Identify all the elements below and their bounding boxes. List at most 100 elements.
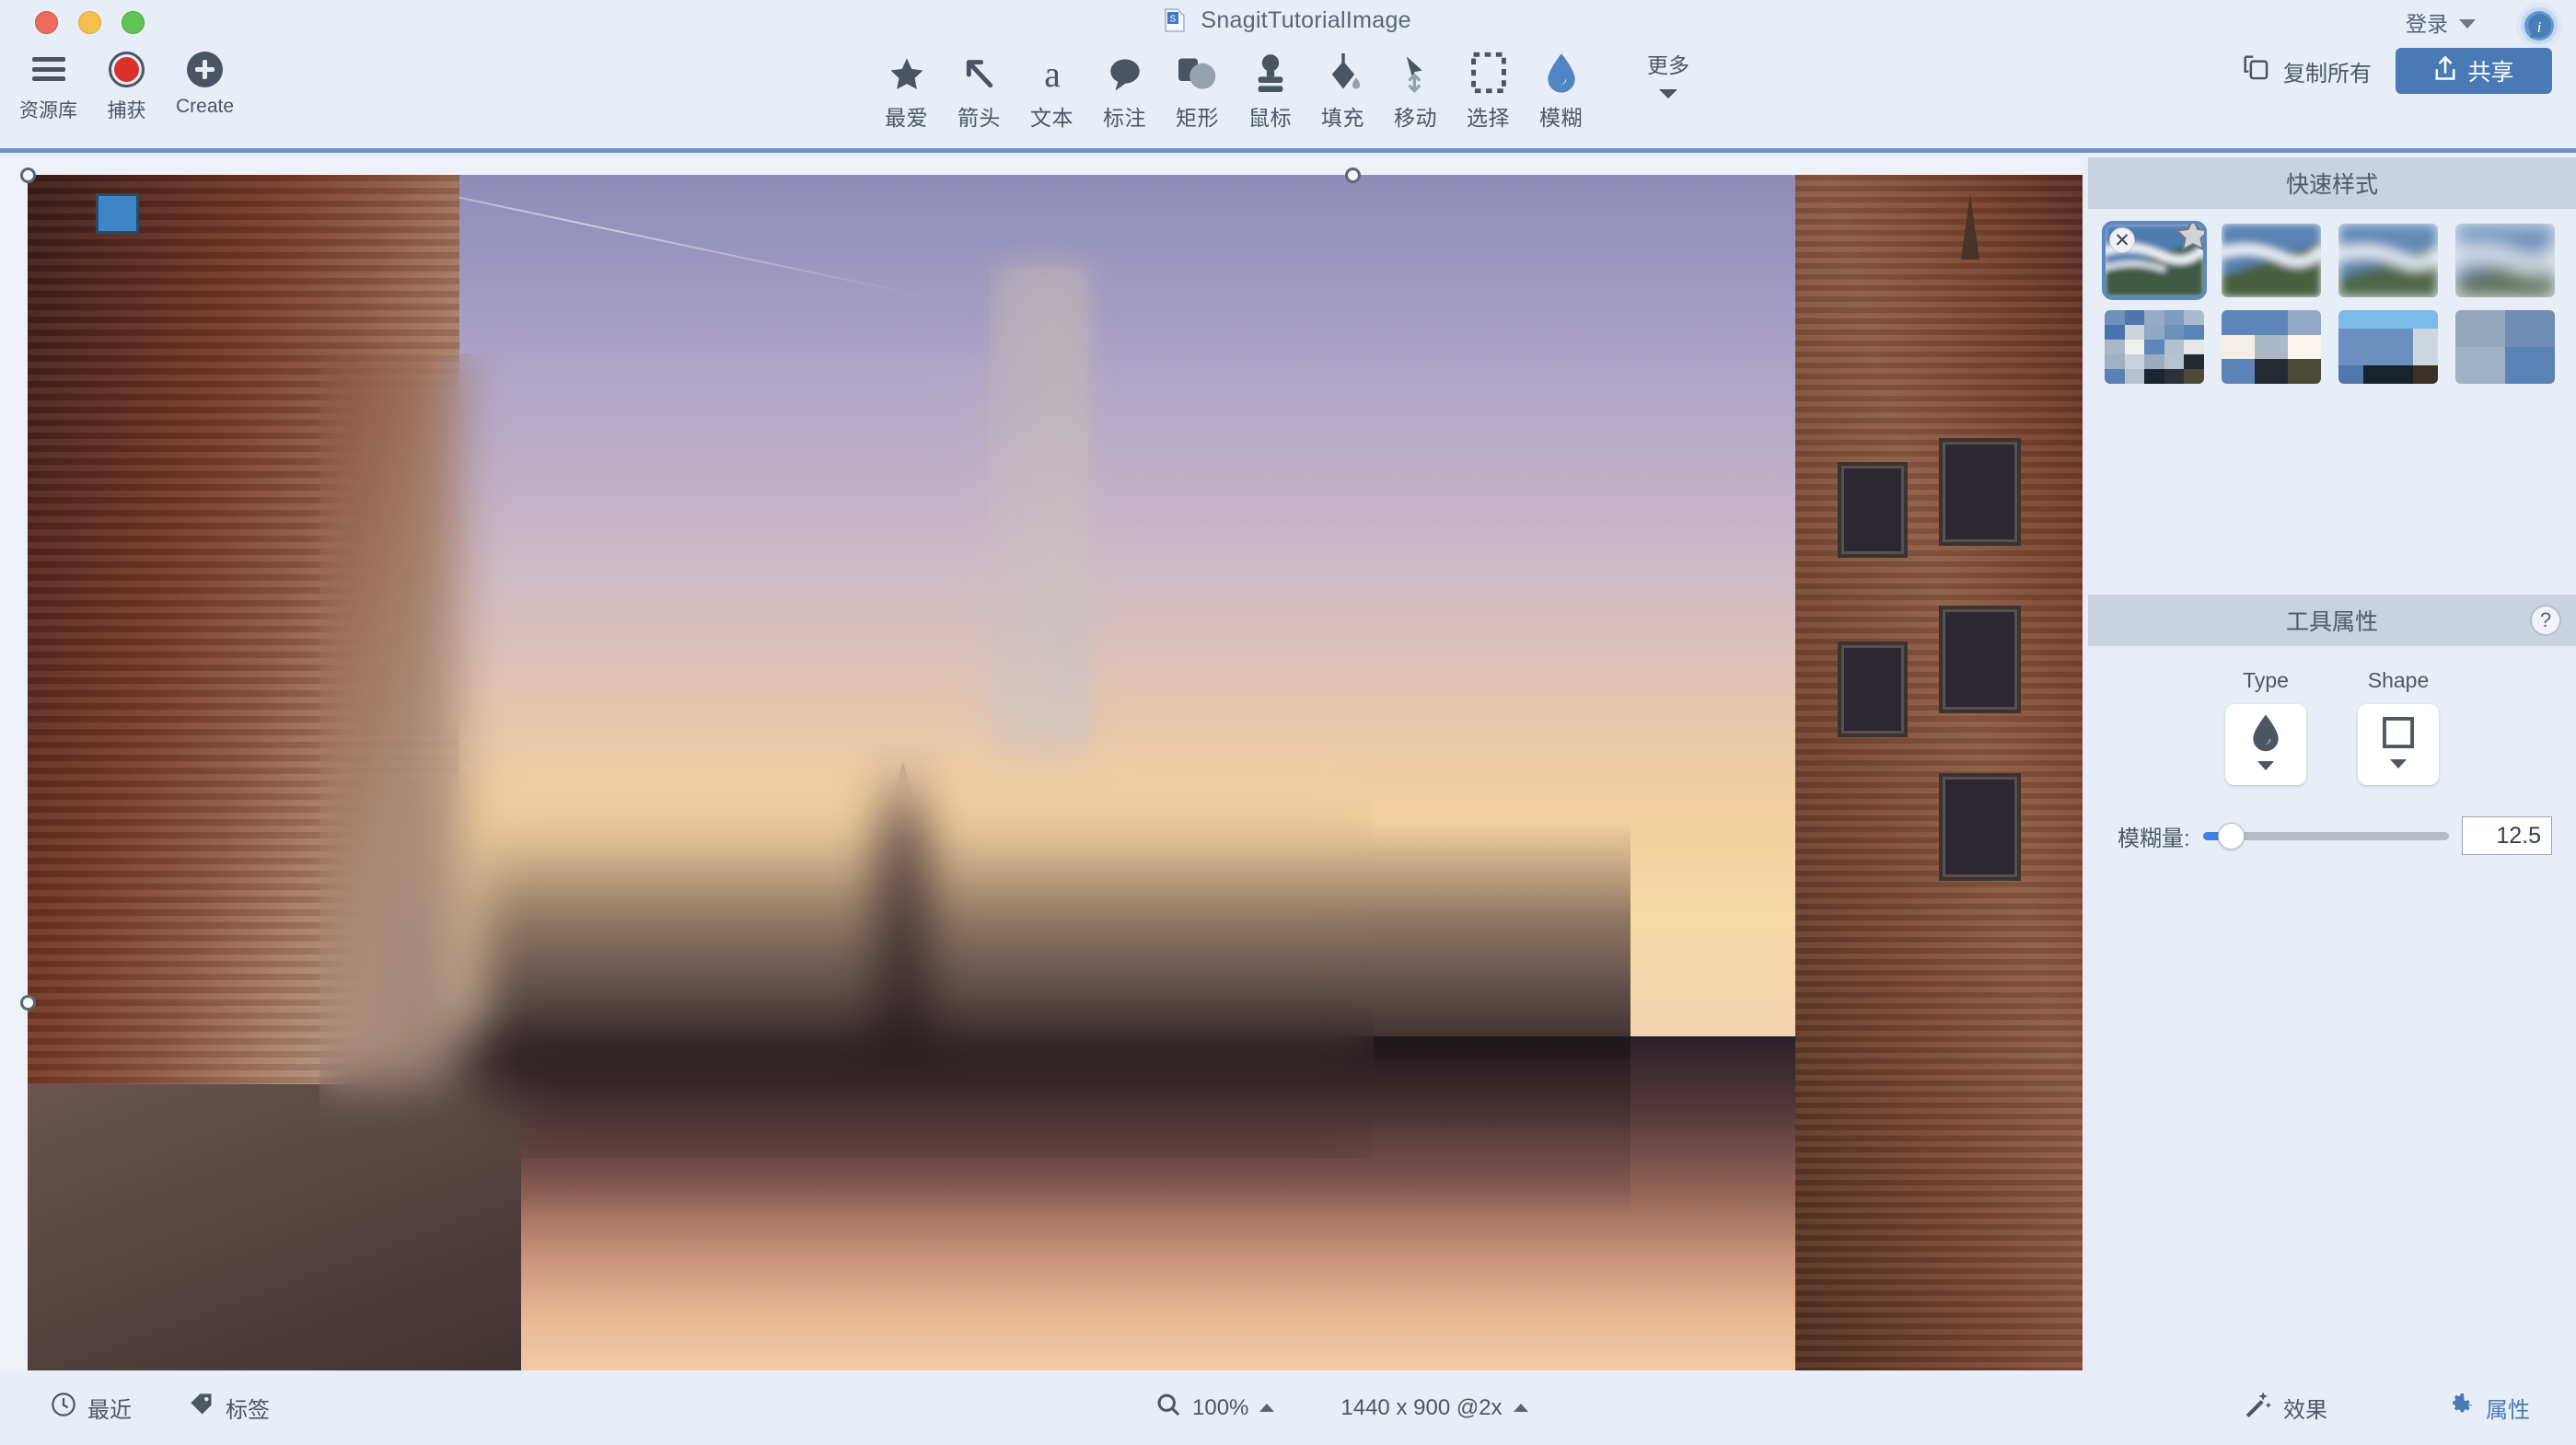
arrow-icon bbox=[943, 42, 1015, 94]
status-bar: 最近 标签 100% 1440 x 900 @2x 效果 属性 bbox=[0, 1370, 2576, 1445]
style-preview bbox=[2338, 224, 2438, 297]
type-dropdown-button[interactable] bbox=[2225, 704, 2306, 785]
quick-style-item-4[interactable] bbox=[2455, 224, 2555, 297]
tool-callout[interactable]: 标注 bbox=[1088, 42, 1161, 132]
blur-amount-row: 模糊量: 12.5 bbox=[2088, 785, 2576, 855]
shape-dropdown-button[interactable] bbox=[2358, 704, 2439, 785]
quick-style-item-2[interactable] bbox=[2222, 224, 2321, 297]
canvas-area[interactable] bbox=[0, 157, 2083, 1371]
canvas-handle-left-middle[interactable] bbox=[20, 995, 36, 1011]
tool-text-label: 文本 bbox=[1030, 106, 1073, 130]
tool-stamp[interactable]: 鼠标 bbox=[1234, 42, 1306, 132]
snagit-document-icon: S bbox=[1165, 8, 1185, 32]
share-label: 共享 bbox=[2467, 60, 2514, 86]
record-icon bbox=[109, 51, 145, 87]
quick-style-item-6[interactable] bbox=[2222, 310, 2321, 384]
effects-button[interactable]: 效果 bbox=[2243, 1391, 2327, 1425]
plus-circle-icon bbox=[187, 51, 223, 87]
star-icon bbox=[870, 42, 943, 94]
chevron-down-icon bbox=[2389, 757, 2408, 774]
search-icon bbox=[1155, 1392, 1181, 1424]
fill-bucket-icon bbox=[1306, 42, 1379, 94]
tool-selection-label: 选择 bbox=[1467, 106, 1510, 130]
blur-annotation-region-upper[interactable] bbox=[989, 268, 1088, 759]
library-button[interactable]: 资源库 bbox=[9, 48, 87, 123]
tool-selection[interactable]: 选择 bbox=[1452, 42, 1525, 132]
quick-style-item-1[interactable]: ✕ bbox=[2102, 221, 2207, 300]
tags-label: 标签 bbox=[226, 1398, 270, 1423]
info-badge-icon[interactable]: i bbox=[2515, 2, 2563, 50]
quick-style-item-3[interactable] bbox=[2338, 224, 2438, 297]
tool-fill[interactable]: 填充 bbox=[1306, 42, 1379, 132]
tool-arrow[interactable]: 箭头 bbox=[943, 42, 1015, 132]
canvas-handle-top-left[interactable] bbox=[20, 168, 36, 183]
star-icon[interactable] bbox=[2174, 224, 2204, 254]
more-tools-button[interactable]: 更多 bbox=[1618, 42, 1719, 105]
image-canvas[interactable] bbox=[28, 175, 2083, 1371]
tool-fill-label: 填充 bbox=[1321, 106, 1364, 130]
copy-all-button[interactable]: 复制所有 bbox=[2242, 53, 2372, 89]
dimensions-value: 1440 x 900 @2x bbox=[1340, 1394, 1503, 1420]
tool-properties-section: 工具属性 ? Type Shape 模糊量: 12.5 bbox=[2088, 595, 2576, 855]
recent-label: 最近 bbox=[87, 1398, 132, 1423]
help-icon[interactable]: ? bbox=[2530, 605, 2561, 636]
caret-up-icon[interactable] bbox=[1259, 1404, 1275, 1412]
zoom-control[interactable]: 100% bbox=[1155, 1392, 1275, 1424]
droplet-icon bbox=[2249, 713, 2282, 757]
blur-annotation-region-lower[interactable] bbox=[319, 743, 1374, 1159]
signin-label: 登录 bbox=[2406, 12, 2448, 36]
chevron-down-icon bbox=[2458, 10, 2477, 35]
blur-amount-slider[interactable] bbox=[2202, 822, 2449, 850]
annotation-tools: 最爱 箭头 a 文本 标注 矩形 鼠标 填充 移动 选择 模糊 更多 bbox=[870, 42, 1719, 132]
quick-style-item-7[interactable] bbox=[2338, 310, 2438, 384]
type-caption: Type bbox=[2243, 668, 2289, 692]
tool-properties-header: 工具属性 ? bbox=[2088, 595, 2576, 646]
caret-up-icon[interactable] bbox=[1513, 1404, 1528, 1412]
top-toolbar: S SnagitTutorialImage 资源库 捕获 Create 最爱 箭… bbox=[0, 0, 2576, 153]
tool-blur-label: 模糊 bbox=[1539, 106, 1583, 130]
shapes-icon bbox=[1161, 42, 1234, 94]
style-preview bbox=[2105, 310, 2204, 384]
slider-thumb[interactable] bbox=[2217, 822, 2245, 850]
text-a-icon: a bbox=[1015, 42, 1088, 94]
dimensions-control[interactable]: 1440 x 900 @2x bbox=[1340, 1394, 1528, 1421]
style-preview bbox=[2455, 224, 2555, 297]
blur-annotation-region[interactable] bbox=[319, 353, 1086, 764]
tool-arrow-label: 箭头 bbox=[957, 106, 1001, 130]
properties-button[interactable]: 属性 bbox=[2447, 1391, 2530, 1425]
create-button[interactable]: Create bbox=[166, 48, 244, 123]
tool-move-label: 移动 bbox=[1394, 106, 1437, 130]
stamp-icon bbox=[1234, 42, 1306, 94]
signin-menu[interactable]: 登录 bbox=[2406, 6, 2477, 38]
copy-all-label: 复制所有 bbox=[2283, 62, 2372, 87]
tool-favorites[interactable]: 最爱 bbox=[870, 42, 943, 132]
chevron-down-icon bbox=[1618, 87, 1719, 105]
quick-style-item-5[interactable] bbox=[2105, 310, 2204, 384]
callout-bubble-icon bbox=[1088, 42, 1161, 94]
window-title-bar: S SnagitTutorialImage bbox=[0, 7, 2576, 34]
create-label: Create bbox=[175, 96, 235, 117]
svg-text:i: i bbox=[2537, 18, 2542, 36]
tool-move[interactable]: 移动 bbox=[1379, 42, 1452, 132]
blur-amount-input[interactable]: 12.5 bbox=[2462, 816, 2552, 855]
tool-stamp-label: 鼠标 bbox=[1248, 106, 1292, 130]
tool-properties-body: Type Shape 模糊量: 12.5 bbox=[2088, 646, 2576, 855]
right-side-panel: 快速样式 ✕ 工具属性 ? Type Shape 模糊量: 12.5 bbox=[2088, 157, 2576, 1370]
tool-shapes-label: 矩形 bbox=[1176, 106, 1219, 130]
capture-button[interactable]: 捕获 bbox=[87, 48, 166, 123]
tool-callout-label: 标注 bbox=[1103, 106, 1146, 130]
quick-style-item-8[interactable] bbox=[2455, 310, 2555, 384]
properties-label: 属性 bbox=[2486, 1398, 2530, 1423]
canvas-handle-top-center[interactable] bbox=[1345, 168, 1361, 183]
tool-shapes[interactable]: 矩形 bbox=[1161, 42, 1234, 132]
share-button[interactable]: 共享 bbox=[2396, 48, 2552, 94]
tags-button[interactable]: 标签 bbox=[189, 1392, 270, 1424]
recent-button[interactable]: 最近 bbox=[51, 1392, 132, 1424]
more-tools-label: 更多 bbox=[1647, 53, 1689, 77]
tool-blur[interactable]: 模糊 bbox=[1525, 42, 1597, 132]
blur-droplet-icon bbox=[1525, 42, 1597, 94]
style-preview bbox=[2338, 310, 2438, 384]
left-tool-cluster: 资源库 捕获 Create bbox=[9, 48, 244, 123]
tool-text[interactable]: a 文本 bbox=[1015, 42, 1088, 132]
delete-style-icon[interactable]: ✕ bbox=[2109, 227, 2135, 253]
